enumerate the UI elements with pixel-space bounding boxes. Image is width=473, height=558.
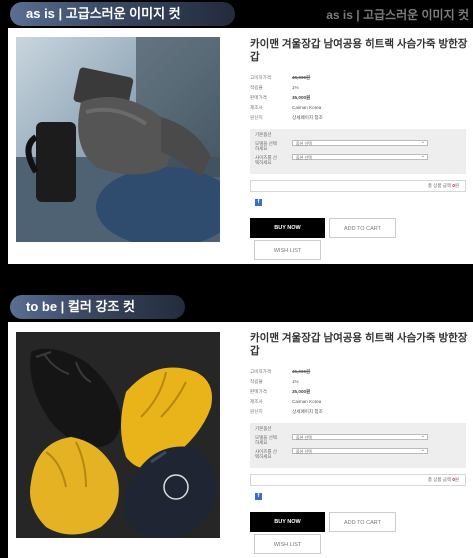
add-to-cart-button[interactable]: ADD TO CART [329,512,396,532]
info-label: 제조사 [250,399,263,404]
to-be-header: to be | 컬러 강조 컷 [10,295,185,319]
info-value: 35,000원 [292,389,311,394]
option-label: 사이즈를 선택하세요 [255,155,277,165]
info-label: 원산지 [250,115,263,120]
wish-list-button[interactable]: WISH LIST [254,534,321,554]
info-label: 판매가격 [250,389,267,394]
info-value: 45,000원 [292,75,311,80]
info-value: 1% [292,379,299,384]
info-value: 1% [292,85,299,90]
info-label: 원산지 [250,409,263,414]
info-label: 적립율 [250,379,263,384]
product-card-to-be: 카이맨 겨울장갑 남여공용 히트랙 사슴가죽 방한장갑 고비자가격 45,000원… [8,322,473,558]
total-unit: 원 [454,183,459,188]
info-label: 고비자가격 [250,369,272,374]
model-select[interactable]: 옵션 선택 [292,139,428,146]
options-box: 기본옵션 모델을 선택하세요 옵션 선택 사이즈를 선택하세요 옵션 선택 [250,423,466,468]
option-label: 사이즈를 선택하세요 [255,449,277,459]
total-unit: 원 [454,477,459,482]
size-select[interactable]: 옵션 선택 [292,153,428,160]
info-value: Caiman Korea [292,399,322,404]
info-label: 적립율 [250,85,263,90]
info-label: 제조사 [250,105,263,110]
options-title: 기본옵션 [255,132,272,137]
info-label: 판매가격 [250,95,267,100]
total-label: 총 상품 금액 [427,183,452,188]
size-select[interactable]: 옵션 선택 [292,447,428,454]
product-photo-mood [16,37,220,242]
as-is-ghost-title: as is | 고급스러운 이미지 컷 [326,8,469,22]
product-photo-color [16,332,220,538]
total-price-box: 총 상품 금액 0원 [250,180,466,192]
buy-now-button[interactable]: BUY NOW [250,512,325,532]
total-label: 총 상품 금액 [427,477,452,482]
info-value: 35,000원 [292,95,311,100]
wish-list-button[interactable]: WISH LIST [254,240,321,260]
info-value: Caiman Korea [292,105,322,110]
info-value: 상세페이지 참조 [292,409,323,414]
info-value: 45,000원 [292,369,311,374]
as-is-header: as is | 고급스러운 이미지 컷 [10,2,235,26]
model-select[interactable]: 옵션 선택 [292,433,428,440]
buy-now-button[interactable]: BUY NOW [250,218,325,238]
total-price-box: 총 상품 금액 0원 [250,474,466,486]
option-label: 모델을 선택하세요 [255,435,277,445]
add-to-cart-button[interactable]: ADD TO CART [329,218,396,238]
product-title: 카이맨 겨울장갑 남여공용 히트랙 사슴가죽 방한장갑 [250,332,468,357]
info-label: 고비자가격 [250,75,272,80]
product-info-table: 고비자가격 45,000원 적립율 1% 판매가격 35,000원 제조사 Caiman… [250,367,323,417]
product-card-as-is: 카이맨 겨울장갑 남여공용 히트랙 사슴가죽 방한장갑 고비자가격 45,000원… [8,28,473,264]
product-info-table: 고비자가격 45,000원 적립율 1% 판매가격 35,000원 제조사 Caiman… [250,73,323,123]
product-title: 카이맨 겨울장갑 남여공용 히트랙 사슴가죽 방한장갑 [250,38,468,63]
options-box: 기본옵션 모델을 선택하세요 옵션 선택 사이즈를 선택하세요 옵션 선택 [250,129,466,174]
option-label: 모델을 선택하세요 [255,141,277,151]
options-title: 기본옵션 [255,426,272,431]
facebook-icon[interactable]: f [255,199,262,206]
info-value: 상세페이지 참조 [292,115,323,120]
facebook-icon[interactable]: f [255,493,262,500]
